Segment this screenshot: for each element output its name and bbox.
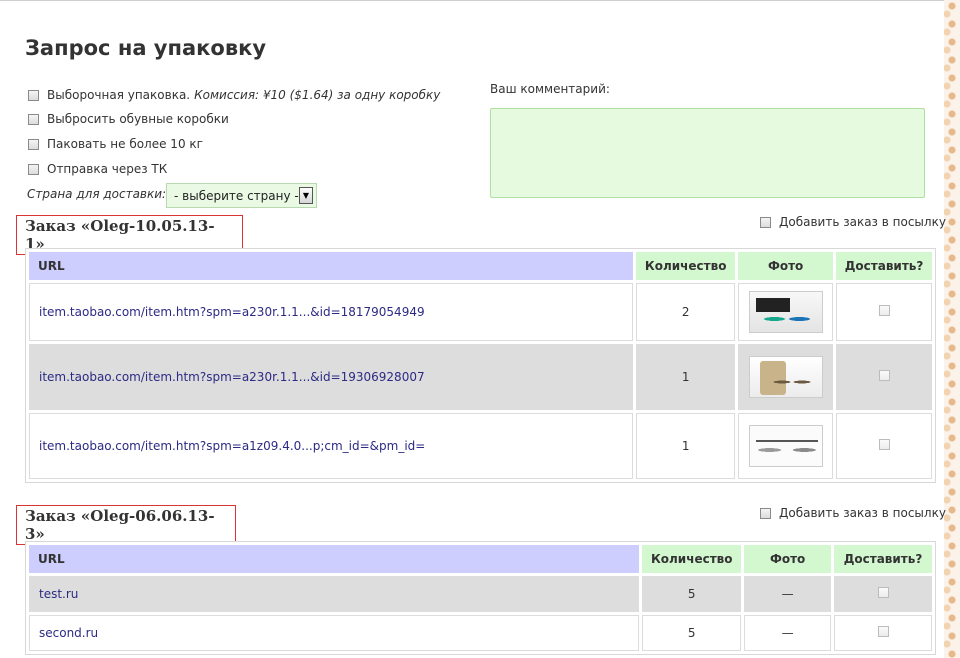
add-to-parcel-label: Добавить заказ в посылку bbox=[779, 506, 946, 520]
add-to-parcel-checkbox[interactable] bbox=[760, 216, 771, 228]
selective-packing-checkbox[interactable] bbox=[28, 89, 39, 101]
deliver-cell bbox=[836, 344, 932, 410]
table-row: item.taobao.com/item.htm?spm=a230r.1.1..… bbox=[29, 344, 932, 410]
table-row: item.taobao.com/item.htm?spm=a1z09.4.0..… bbox=[29, 413, 932, 479]
country-label: Страна для доставки: bbox=[27, 187, 167, 201]
table-row: test.ru 5 — bbox=[29, 576, 932, 612]
item-photo-cell bbox=[738, 413, 834, 479]
deliver-cell bbox=[836, 283, 932, 341]
deliver-cell bbox=[834, 576, 932, 612]
item-photo-placeholder: — bbox=[744, 615, 832, 651]
option-label: Паковать не более 10 кг bbox=[47, 137, 203, 151]
order-items-table: URL Количество Фото Доставить? test.ru 5… bbox=[25, 541, 936, 655]
option-max-10kg[interactable]: Паковать не более 10 кг bbox=[28, 137, 203, 151]
item-photo[interactable] bbox=[748, 356, 823, 398]
item-quantity: 1 bbox=[636, 413, 736, 479]
item-photo[interactable] bbox=[748, 425, 823, 467]
add-to-parcel-checkbox[interactable] bbox=[760, 507, 771, 519]
deliver-checkbox[interactable] bbox=[878, 305, 890, 316]
url-column-header: URL bbox=[29, 252, 634, 280]
deliver-cell bbox=[834, 615, 932, 651]
quantity-column-header: Количество bbox=[642, 545, 742, 573]
decorative-page-border bbox=[944, 0, 960, 658]
url-column-header: URL bbox=[29, 545, 640, 573]
item-url-link[interactable]: item.taobao.com/item.htm?spm=a230r.1.1..… bbox=[29, 283, 634, 341]
country-select[interactable]: - выберите страну - ▼ bbox=[166, 183, 317, 208]
dropdown-arrow-icon[interactable]: ▼ bbox=[299, 187, 313, 204]
deliver-column-header: Доставить? bbox=[836, 252, 932, 280]
item-url-link[interactable]: second.ru bbox=[29, 615, 640, 651]
item-quantity: 2 bbox=[636, 283, 736, 341]
deliver-cell bbox=[836, 413, 932, 479]
deliver-checkbox[interactable] bbox=[877, 587, 889, 598]
discard-shoe-boxes-checkbox[interactable] bbox=[28, 113, 39, 125]
top-border bbox=[0, 0, 945, 1]
item-photo[interactable] bbox=[748, 291, 823, 333]
table-row: second.ru 5 — bbox=[29, 615, 932, 651]
item-quantity: 5 bbox=[642, 615, 742, 651]
item-photo-cell bbox=[738, 344, 834, 410]
add-order-2-to-parcel[interactable]: Добавить заказ в посылку bbox=[760, 506, 946, 520]
item-quantity: 1 bbox=[636, 344, 736, 410]
item-photo-placeholder: — bbox=[744, 576, 832, 612]
option-label: Отправка через ТК bbox=[47, 162, 168, 176]
option-ship-via-tk[interactable]: Отправка через ТК bbox=[28, 162, 167, 176]
ship-via-tk-checkbox[interactable] bbox=[28, 163, 39, 175]
option-note: Комиссия: ¥10 ($1.64) за одну коробку bbox=[194, 88, 441, 102]
deliver-checkbox[interactable] bbox=[878, 370, 890, 381]
table-row: item.taobao.com/item.htm?spm=a230r.1.1..… bbox=[29, 283, 932, 341]
order-title: Заказ «Oleg-06.06.13-3» bbox=[16, 505, 236, 545]
comment-label: Ваш комментарий: bbox=[490, 82, 610, 96]
option-discard-shoe-boxes[interactable]: Выбросить обувные коробки bbox=[28, 112, 229, 126]
add-order-1-to-parcel[interactable]: Добавить заказ в посылку bbox=[760, 215, 946, 229]
deliver-checkbox[interactable] bbox=[877, 626, 889, 637]
order-items-table: URL Количество Фото Доставить? item.taob… bbox=[25, 248, 936, 483]
item-url-link[interactable]: item.taobao.com/item.htm?spm=a230r.1.1..… bbox=[29, 344, 634, 410]
quantity-column-header: Количество bbox=[636, 252, 736, 280]
option-label: Выбросить обувные коробки bbox=[47, 112, 229, 126]
deliver-column-header: Доставить? bbox=[834, 545, 932, 573]
option-selective-packing[interactable]: Выборочная упаковка. Комиссия: ¥10 ($1.6… bbox=[28, 88, 440, 102]
comment-textarea[interactable] bbox=[490, 108, 925, 198]
page-title: Запрос на упаковку bbox=[25, 36, 267, 60]
max-10kg-checkbox[interactable] bbox=[28, 138, 39, 150]
add-to-parcel-label: Добавить заказ в посылку bbox=[779, 215, 946, 229]
deliver-checkbox[interactable] bbox=[878, 439, 890, 450]
photo-column-header: Фото bbox=[738, 252, 834, 280]
item-photo-cell bbox=[738, 283, 834, 341]
country-select-value: - выберите страну - bbox=[174, 188, 299, 203]
item-url-link[interactable]: item.taobao.com/item.htm?spm=a1z09.4.0..… bbox=[29, 413, 634, 479]
item-url-link[interactable]: test.ru bbox=[29, 576, 640, 612]
option-label: Выборочная упаковка. bbox=[47, 88, 191, 102]
photo-column-header: Фото bbox=[744, 545, 832, 573]
item-quantity: 5 bbox=[642, 576, 742, 612]
